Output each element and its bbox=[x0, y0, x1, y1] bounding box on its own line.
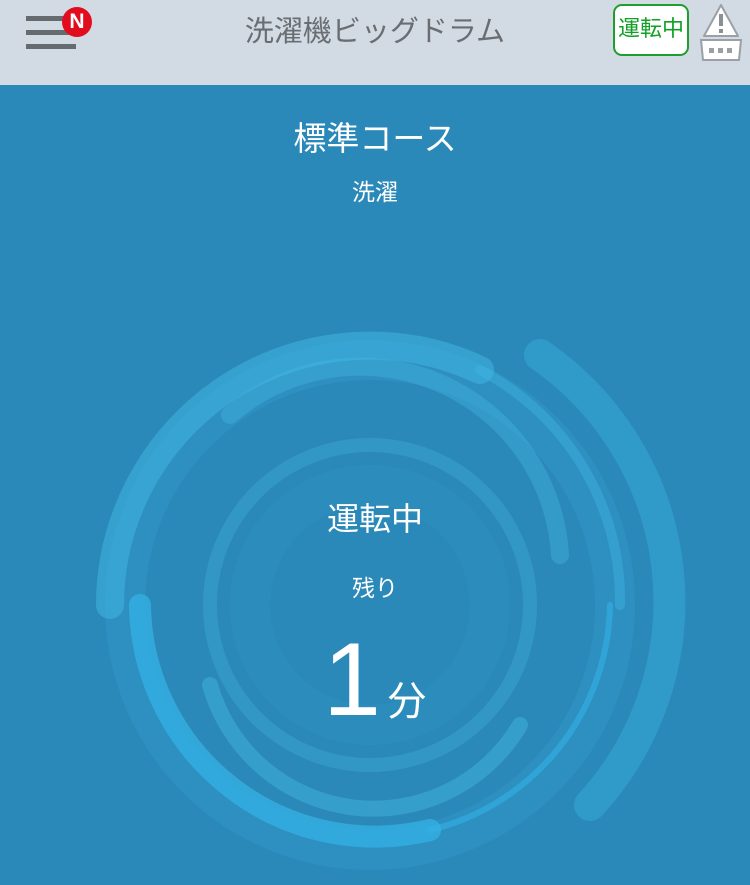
operation-status: 運転中 bbox=[326, 500, 423, 538]
warning-washer-icon bbox=[699, 4, 743, 61]
main-panel: 標準コース 洗濯 運転中 残り 1分 bbox=[0, 85, 750, 885]
remaining-unit: 分 bbox=[386, 679, 427, 725]
phase-label: 洗濯 bbox=[352, 180, 398, 206]
app-header: N 洗濯機ビッグドラム 運転中 bbox=[0, 0, 750, 85]
status-pill[interactable]: 運転中 bbox=[613, 4, 689, 56]
remaining-time: 1分 bbox=[0, 625, 750, 735]
remaining-label: 残り bbox=[352, 576, 398, 602]
alert-button[interactable] bbox=[696, 2, 746, 62]
remaining-value: 1 bbox=[323, 622, 381, 738]
course-name: 標準コース bbox=[293, 119, 457, 158]
